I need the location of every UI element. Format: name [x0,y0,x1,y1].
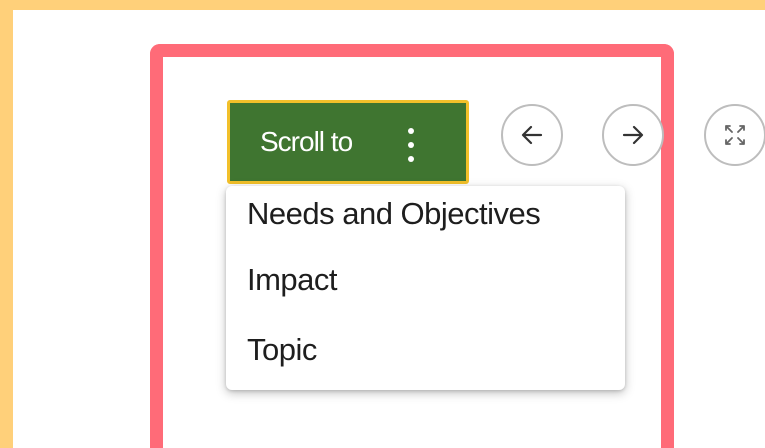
scroll-to-dropdown-menu: Needs and Objectives Impact Topic [226,186,625,390]
fullscreen-button[interactable] [704,104,765,166]
scroll-to-button[interactable]: Scroll to [227,100,469,184]
next-button[interactable] [602,104,664,166]
expand-icon [725,125,745,145]
previous-button[interactable] [501,104,563,166]
menu-item-needs-and-objectives[interactable]: Needs and Objectives [247,196,541,232]
arrow-right-icon [622,125,644,145]
menu-item-impact[interactable]: Impact [247,262,338,298]
scroll-to-label: Scroll to [260,126,353,157]
menu-item-topic[interactable]: Topic [247,332,317,368]
arrow-left-icon [521,125,543,145]
kebab-menu-icon [407,127,415,163]
